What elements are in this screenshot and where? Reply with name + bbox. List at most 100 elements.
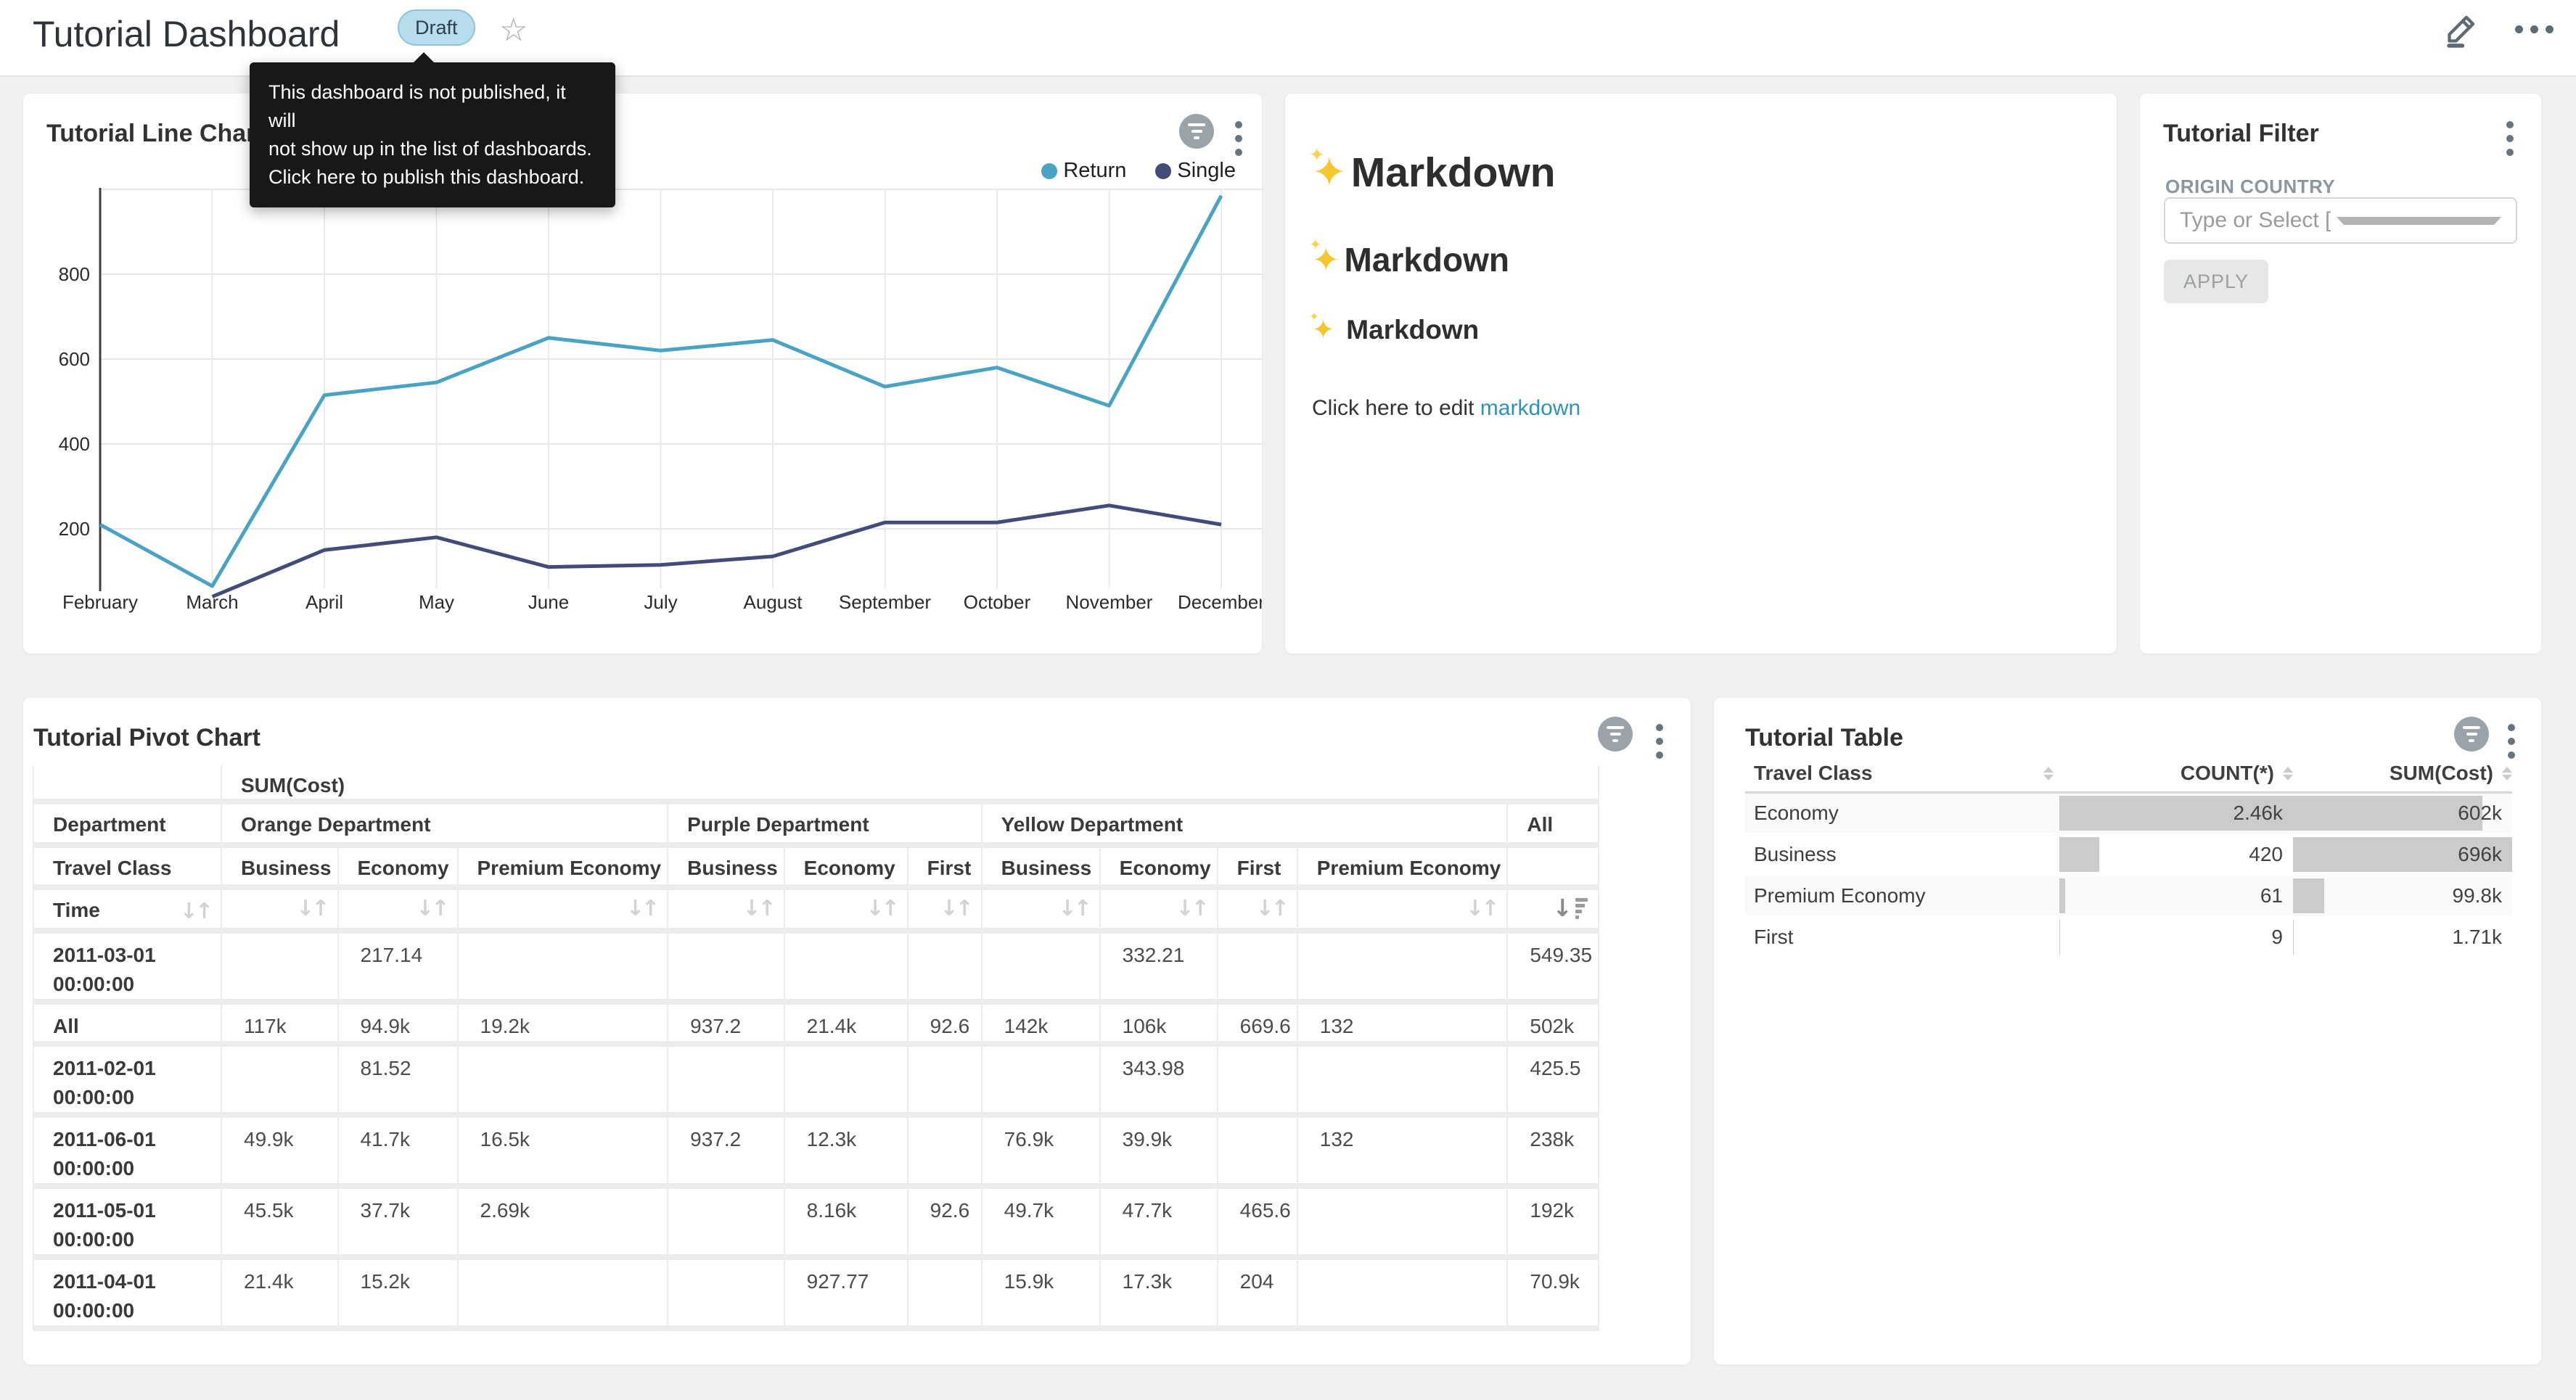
tooltip-line: Click here to publish this dashboard. [268, 163, 596, 192]
pivot-time-header: Time↓↑ [33, 890, 222, 934]
favorite-star-icon[interactable]: ☆ [499, 12, 528, 49]
svg-text:April: April [305, 591, 343, 613]
sort-icon[interactable]: ↓↑ [866, 896, 896, 921]
more-options-icon[interactable] [2514, 9, 2554, 49]
pivot-sort-cell: ↓↑ [785, 890, 908, 934]
sort-icon[interactable]: ↓↑ [1058, 896, 1088, 921]
apply-button[interactable]: APPLY [2164, 260, 2268, 303]
travel-class-cell: First [1745, 918, 2059, 957]
pivot-subheader: First [1218, 848, 1298, 890]
pivot-value-cell: 70.9k [1508, 1260, 1599, 1331]
pivot-value-cell: 92.6 [908, 1189, 983, 1260]
pivot-value-cell: 15.2k [339, 1260, 459, 1331]
pivot-value-cell [459, 1047, 669, 1118]
pivot-value-cell: 37.7k [339, 1189, 459, 1260]
draft-badge[interactable]: Draft [398, 9, 475, 46]
table-row: Economy2.46k602k [1745, 794, 2512, 835]
travel-class-cell: Premium Economy [1745, 876, 2059, 915]
sort-icon[interactable]: ↓↑ [180, 899, 210, 924]
chart-kebab-menu-icon[interactable] [1653, 721, 1666, 762]
sort-icon[interactable]: ↓↑ [940, 896, 970, 921]
pivot-row: 2011-02-0100:00:0081.52343.98425.5 [33, 1047, 1599, 1118]
travel-class-cell: Business [1745, 835, 2059, 874]
sort-descending-icon[interactable]: ↓ [1552, 896, 1588, 920]
pivot-value-cell [785, 934, 908, 1005]
pivot-value-cell [983, 934, 1101, 1005]
filter-count-icon[interactable] [1179, 114, 1214, 149]
pivot-table: SUM(Cost)DepartmentOrange DepartmentPurp… [33, 765, 1599, 1331]
origin-country-select[interactable]: Type or Select [Origin Country] [2164, 197, 2517, 244]
sort-icon[interactable]: ↓↑ [416, 896, 446, 921]
pivot-value-cell [983, 1047, 1101, 1118]
svg-text:800: 800 [59, 263, 90, 285]
pivot-value-cell: 217.14 [339, 934, 459, 1005]
legend-item-single[interactable]: Single [1155, 159, 1236, 183]
chart-kebab-menu-icon[interactable] [1232, 118, 1245, 159]
sum-cell: 696k [2293, 835, 2512, 874]
table-column-header[interactable]: Travel Class [1745, 762, 2059, 785]
pivot-value-cell: 549.35 [1508, 934, 1599, 1005]
pivot-row-label: 2011-03-0100:00:00 [33, 934, 222, 1005]
svg-text:August: August [744, 591, 803, 613]
markdown-card: ✦✦Markdown ✦✦Markdown ✦✦ Markdown Click … [1285, 94, 2117, 654]
line-chart-svg[interactable]: 200400600800FebruaryMarchAprilMayJuneJul… [23, 188, 1262, 630]
count-cell: 420 [2059, 835, 2293, 874]
pivot-group-header: Yellow Department [983, 804, 1509, 848]
edit-dashboard-icon[interactable] [2441, 9, 2482, 49]
pivot-value-cell [459, 934, 669, 1005]
sort-icon[interactable]: ↓↑ [742, 896, 773, 921]
edit-markdown-link[interactable]: markdown [1480, 396, 1580, 420]
tooltip-line: This dashboard is not published, it will [268, 78, 596, 135]
legend-item-return[interactable]: Return [1041, 159, 1126, 183]
pivot-row-label: All [33, 1005, 222, 1047]
pivot-value-cell: 16.5k [459, 1118, 669, 1189]
page-title[interactable]: Tutorial Dashboard [33, 13, 340, 55]
select-placeholder: Type or Select [Origin Country] [2180, 208, 2331, 233]
pivot-value-cell [222, 1047, 339, 1118]
tutorial-table: Travel ClassCOUNT(*)SUM(Cost) Economy2.46… [1745, 755, 2512, 959]
pivot-value-cell: 425.5 [1508, 1047, 1599, 1118]
pivot-value-cell: 465.6 [1218, 1189, 1298, 1260]
sort-icon[interactable]: ↓↑ [296, 896, 327, 921]
filter-card-title: Tutorial Filter [2163, 120, 2319, 148]
filter-count-icon[interactable] [1598, 717, 1633, 752]
sort-icon[interactable]: ↓↑ [1466, 896, 1496, 921]
pivot-value-cell: 132 [1298, 1005, 1509, 1047]
pivot-travel-class-header: Travel Class [33, 848, 222, 890]
pivot-row: 2011-06-0100:00:0049.9k41.7k16.5k937.212… [33, 1118, 1599, 1189]
line-chart-card: Tutorial Line Chart ReturnSingle 2004006… [23, 94, 1262, 654]
sparkle-icon: ✦✦ [1312, 240, 1340, 279]
pivot-value-cell: 49.7k [983, 1189, 1101, 1260]
pivot-value-cell: 8.16k [785, 1189, 908, 1260]
svg-text:600: 600 [59, 348, 90, 370]
markdown-h2: ✦✦Markdown [1312, 240, 2088, 279]
pivot-value-cell [1298, 1189, 1509, 1260]
pivot-value-cell [1298, 1260, 1509, 1331]
markdown-paragraph: Click here to edit markdown [1312, 396, 2088, 421]
pivot-row-label: 2011-05-0100:00:00 [33, 1189, 222, 1260]
pivot-department-header: Department [33, 804, 222, 848]
sum-cell: 99.8k [2293, 876, 2512, 915]
filter-kebab-menu-icon[interactable] [2503, 118, 2516, 159]
pivot-subheader: Business [222, 848, 339, 890]
pivot-value-cell: 142k [983, 1005, 1101, 1047]
pivot-sort-cell: ↓↑ [1218, 890, 1298, 934]
pivot-value-cell [1218, 934, 1298, 1005]
pivot-subheader: Premium Economy [459, 848, 669, 890]
origin-country-label: ORIGIN COUNTRY [2165, 176, 2335, 198]
pivot-value-cell [908, 1260, 983, 1331]
pivot-row: All117k94.9k19.2k937.221.4k92.6142k106k6… [33, 1005, 1599, 1047]
pivot-sort-cell: ↓↑ [908, 890, 983, 934]
pivot-sort-cell: ↓↑ [983, 890, 1101, 934]
sort-icon[interactable]: ↓↑ [626, 896, 657, 921]
pivot-row-label: 2011-02-0100:00:00 [33, 1047, 222, 1118]
svg-text:October: October [964, 591, 1031, 613]
pivot-value-cell: 39.9k [1101, 1118, 1218, 1189]
publish-tooltip[interactable]: This dashboard is not published, it will… [250, 62, 615, 207]
table-column-header[interactable]: SUM(Cost) [2293, 762, 2512, 785]
table-column-header[interactable]: COUNT(*) [2059, 762, 2293, 785]
markdown-h3: ✦✦ Markdown [1312, 314, 2088, 345]
sort-icon[interactable]: ↓↑ [1176, 896, 1206, 921]
filter-count-icon[interactable] [2454, 717, 2489, 752]
sort-icon[interactable]: ↓↑ [1255, 896, 1286, 921]
